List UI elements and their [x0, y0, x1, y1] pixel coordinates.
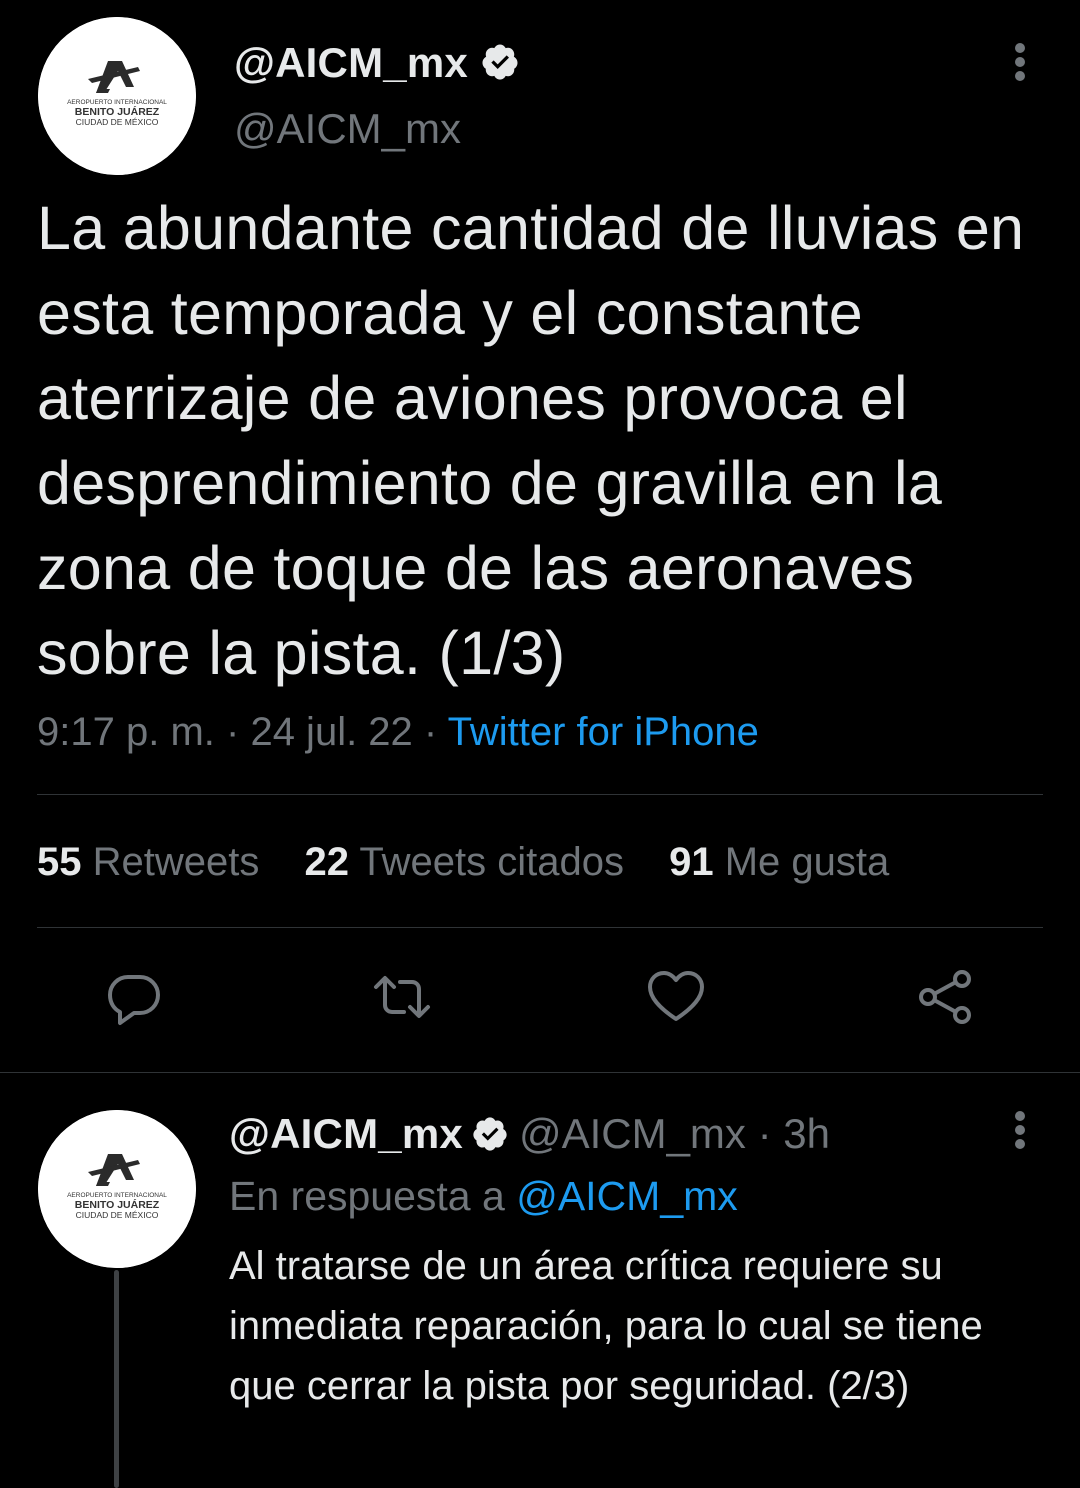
retweets-stat[interactable]: 55 Retweets	[37, 840, 259, 884]
tweet-text: La abundante cantidad de lluvias en esta…	[37, 194, 1025, 687]
divider	[37, 927, 1043, 928]
likes-count: 91	[669, 840, 714, 884]
tweet-source-link[interactable]: Twitter for iPhone	[448, 710, 759, 754]
reply-icon	[108, 975, 160, 1025]
divider	[37, 794, 1043, 795]
more-options-icon[interactable]	[1006, 1111, 1034, 1149]
tweet-stats: 55 Retweets 22 Tweets citados 91 Me gust…	[37, 836, 923, 888]
tweet-date: 24 jul. 22	[250, 710, 413, 754]
avatar[interactable]: AEROPUERTO INTERNACIONAL BENITO JUÁREZ C…	[38, 17, 196, 175]
share-button[interactable]	[914, 965, 978, 1029]
tweet-time: 9:17 p. m.	[37, 710, 215, 754]
author-handle[interactable]: @AICM_mx	[519, 1110, 746, 1157]
quotes-stat[interactable]: 22 Tweets citados	[305, 840, 624, 884]
author-name[interactable]: @AICM_mx	[234, 37, 520, 89]
author-handle[interactable]: @AICM_mx	[234, 103, 461, 155]
share-icon	[919, 970, 971, 1024]
likes-stat[interactable]: 91 Me gusta	[669, 840, 889, 884]
reply-author-row: @AICM_mx @AICM_mx · 3h	[229, 1107, 830, 1161]
retweets-count: 55	[37, 840, 82, 884]
avatar[interactable]: AEROPUERTO INTERNACIONAL BENITO JUÁREZ C…	[38, 1110, 196, 1268]
display-name[interactable]: @AICM_mx	[229, 1110, 463, 1157]
reply-mention-link[interactable]: @AICM_mx	[516, 1173, 738, 1219]
aicm-logo: AEROPUERTO INTERNACIONAL BENITO JUÁREZ C…	[38, 1110, 196, 1268]
thread-line	[114, 1270, 119, 1488]
verified-badge-icon	[473, 1117, 507, 1151]
reply-button[interactable]	[102, 965, 166, 1029]
svg-text:CIUDAD DE MÉXICO: CIUDAD DE MÉXICO	[76, 117, 159, 127]
retweets-label: Retweets	[92, 840, 260, 884]
more-options-icon[interactable]	[1006, 43, 1034, 81]
svg-text:AEROPUERTO INTERNACIONAL: AEROPUERTO INTERNACIONAL	[67, 1192, 167, 1199]
meta-separator: ·	[757, 1110, 772, 1157]
reply-prefix: En respuesta a	[229, 1173, 505, 1219]
quotes-label: Tweets citados	[359, 840, 624, 884]
main-tweet: AEROPUERTO INTERNACIONAL BENITO JUÁREZ C…	[0, 0, 1080, 1072]
svg-text:CIUDAD DE MÉXICO: CIUDAD DE MÉXICO	[76, 1210, 159, 1220]
heart-icon	[648, 971, 704, 1021]
action-bar	[0, 965, 1080, 1035]
quotes-count: 22	[304, 840, 350, 884]
meta-separator: ·	[423, 710, 438, 754]
tweet-meta: 9:17 p. m. · 24 jul. 22 · Twitter for iP…	[37, 706, 759, 758]
aicm-logo: AEROPUERTO INTERNACIONAL BENITO JUÁREZ C…	[38, 17, 196, 175]
retweet-button[interactable]	[370, 965, 434, 1029]
likes-label: Me gusta	[724, 840, 890, 884]
display-name[interactable]: @AICM_mx	[234, 39, 468, 86]
tweet-text: Al tratarse de un área crítica requiere …	[229, 1244, 983, 1408]
replying-to: En respuesta a @AICM_mx	[229, 1170, 738, 1222]
tweet-time-ago[interactable]: 3h	[783, 1110, 830, 1157]
like-button[interactable]	[644, 965, 708, 1029]
verified-badge-icon	[482, 44, 518, 80]
retweet-icon	[374, 976, 430, 1018]
tweet-separator	[0, 1072, 1080, 1073]
meta-separator: ·	[226, 710, 240, 754]
svg-text:AEROPUERTO INTERNACIONAL: AEROPUERTO INTERNACIONAL	[67, 99, 167, 106]
